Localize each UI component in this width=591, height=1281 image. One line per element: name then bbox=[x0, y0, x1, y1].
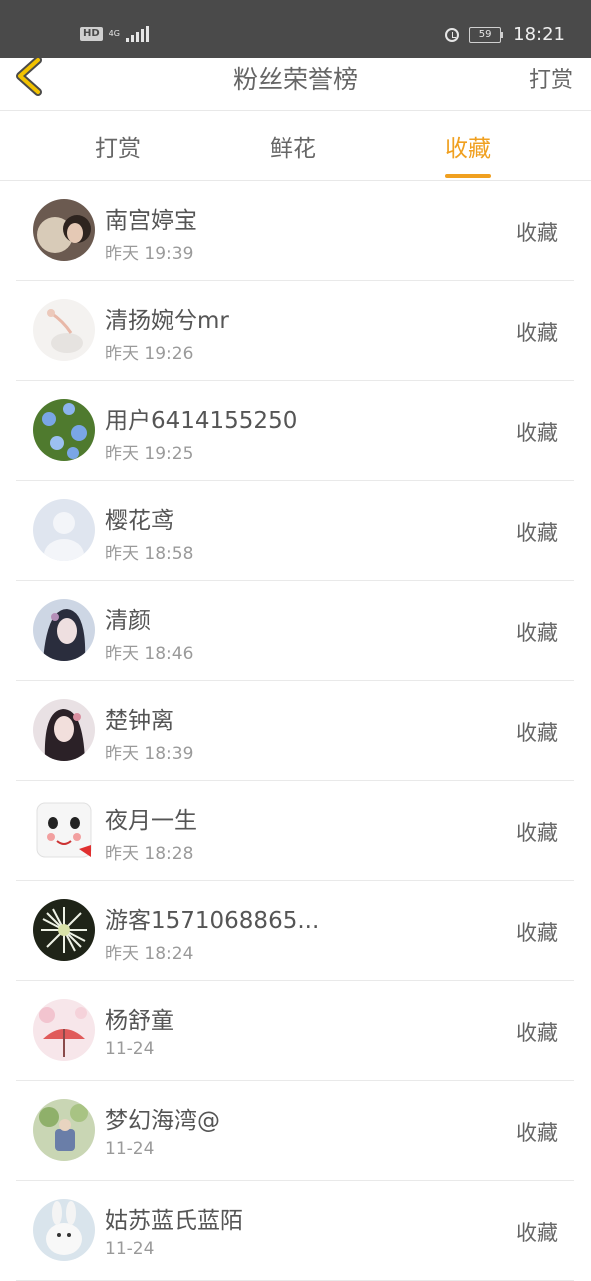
alarm-icon bbox=[445, 27, 460, 42]
list-item[interactable]: 用户6414155250 昨天 19:25 收藏 bbox=[16, 381, 574, 481]
tab-underline bbox=[445, 174, 491, 178]
fan-name: 楚钟离 bbox=[105, 708, 174, 734]
avatar bbox=[33, 599, 95, 661]
tab-label: 打赏 bbox=[95, 136, 141, 162]
avatar bbox=[33, 399, 95, 461]
fan-action: 收藏 bbox=[516, 321, 558, 345]
fan-time: 昨天 18:39 bbox=[105, 744, 194, 764]
reward-button[interactable]: 打赏 bbox=[529, 62, 573, 94]
fan-action: 收藏 bbox=[516, 621, 558, 645]
fan-time: 昨天 19:25 bbox=[105, 444, 194, 464]
fan-name: 南宫婷宝 bbox=[105, 208, 197, 234]
list-item[interactable]: 梦幻海湾@ 11-24 收藏 bbox=[16, 1081, 574, 1181]
avatar bbox=[33, 999, 95, 1061]
fan-action: 收藏 bbox=[516, 1021, 558, 1045]
tab-label: 收藏 bbox=[445, 136, 491, 162]
avatar bbox=[33, 299, 95, 361]
fan-name: 夜月一生 bbox=[105, 808, 197, 834]
status-left: HD 4G bbox=[80, 26, 149, 42]
avatar bbox=[33, 1199, 95, 1261]
fan-action: 收藏 bbox=[516, 221, 558, 245]
page-title: 粉丝荣誉榜 bbox=[232, 65, 358, 94]
avatar bbox=[33, 899, 95, 961]
hd-badge: HD bbox=[80, 27, 103, 41]
fan-time: 昨天 19:26 bbox=[105, 344, 194, 364]
fan-action: 收藏 bbox=[516, 921, 558, 945]
fan-action: 收藏 bbox=[516, 421, 558, 445]
tab-bar: 打赏 鲜花 收藏 bbox=[0, 111, 591, 181]
fan-name: 用户6414155250 bbox=[105, 408, 298, 434]
list-item[interactable]: 清颜 昨天 18:46 收藏 bbox=[16, 581, 574, 681]
avatar bbox=[33, 1099, 95, 1161]
signal-icon bbox=[125, 26, 149, 42]
fan-list: 南宫婷宝 昨天 19:39 收藏 清扬婉兮mr 昨天 19:26 收藏 用户64… bbox=[16, 181, 574, 1281]
fan-action: 收藏 bbox=[516, 1121, 558, 1145]
status-bar: HD 4G 59 18:21 bbox=[0, 0, 591, 58]
avatar bbox=[33, 499, 95, 561]
fan-name: 清扬婉兮mr bbox=[105, 308, 229, 334]
fan-name: 樱花鸢 bbox=[105, 508, 174, 534]
fan-name: 杨舒童 bbox=[105, 1008, 174, 1034]
fan-name: 游客1571068865... bbox=[105, 908, 320, 934]
list-item[interactable]: 游客1571068865... 昨天 18:24 收藏 bbox=[16, 881, 574, 981]
tab-favorites[interactable]: 收藏 bbox=[445, 129, 491, 178]
battery-icon: 59 bbox=[469, 26, 504, 43]
tab-label: 鲜花 bbox=[270, 136, 316, 162]
fan-action: 收藏 bbox=[516, 1221, 558, 1245]
tab-reward[interactable]: 打赏 bbox=[95, 129, 141, 163]
fan-time: 昨天 18:28 bbox=[105, 844, 194, 864]
list-item[interactable]: 楚钟离 昨天 18:39 收藏 bbox=[16, 681, 574, 781]
network-type: 4G bbox=[108, 29, 120, 38]
list-item[interactable]: 杨舒童 11-24 收藏 bbox=[16, 981, 574, 1081]
avatar bbox=[33, 699, 95, 761]
fan-action: 收藏 bbox=[516, 521, 558, 545]
fan-time: 昨天 18:24 bbox=[105, 944, 194, 964]
fan-name: 梦幻海湾@ bbox=[105, 1108, 220, 1134]
list-item[interactable]: 清扬婉兮mr 昨天 19:26 收藏 bbox=[16, 281, 574, 381]
avatar bbox=[33, 199, 95, 261]
list-item[interactable]: 夜月一生 昨天 18:28 收藏 bbox=[16, 781, 574, 881]
fan-name: 清颜 bbox=[105, 608, 151, 634]
avatar bbox=[33, 799, 95, 861]
fan-time: 11-24 bbox=[105, 1239, 155, 1259]
fan-time: 11-24 bbox=[105, 1039, 155, 1059]
fan-time: 昨天 18:46 bbox=[105, 644, 194, 664]
header: 粉丝荣誉榜 打赏 bbox=[0, 58, 591, 111]
fan-action: 收藏 bbox=[516, 721, 558, 745]
battery-level: 59 bbox=[469, 26, 502, 43]
tab-flowers[interactable]: 鲜花 bbox=[270, 129, 316, 163]
status-time: 18:21 bbox=[513, 24, 565, 45]
fan-time: 昨天 18:58 bbox=[105, 544, 194, 564]
fan-action: 收藏 bbox=[516, 821, 558, 845]
fan-time: 昨天 19:39 bbox=[105, 244, 194, 264]
list-item[interactable]: 南宫婷宝 昨天 19:39 收藏 bbox=[16, 181, 574, 281]
fan-name: 姑苏蓝氏蓝陌 bbox=[105, 1208, 243, 1234]
list-item[interactable]: 姑苏蓝氏蓝陌 11-24 收藏 bbox=[16, 1181, 574, 1281]
status-right: 59 18:21 bbox=[445, 24, 565, 45]
fan-time: 11-24 bbox=[105, 1139, 155, 1159]
list-item[interactable]: 樱花鸢 昨天 18:58 收藏 bbox=[16, 481, 574, 581]
